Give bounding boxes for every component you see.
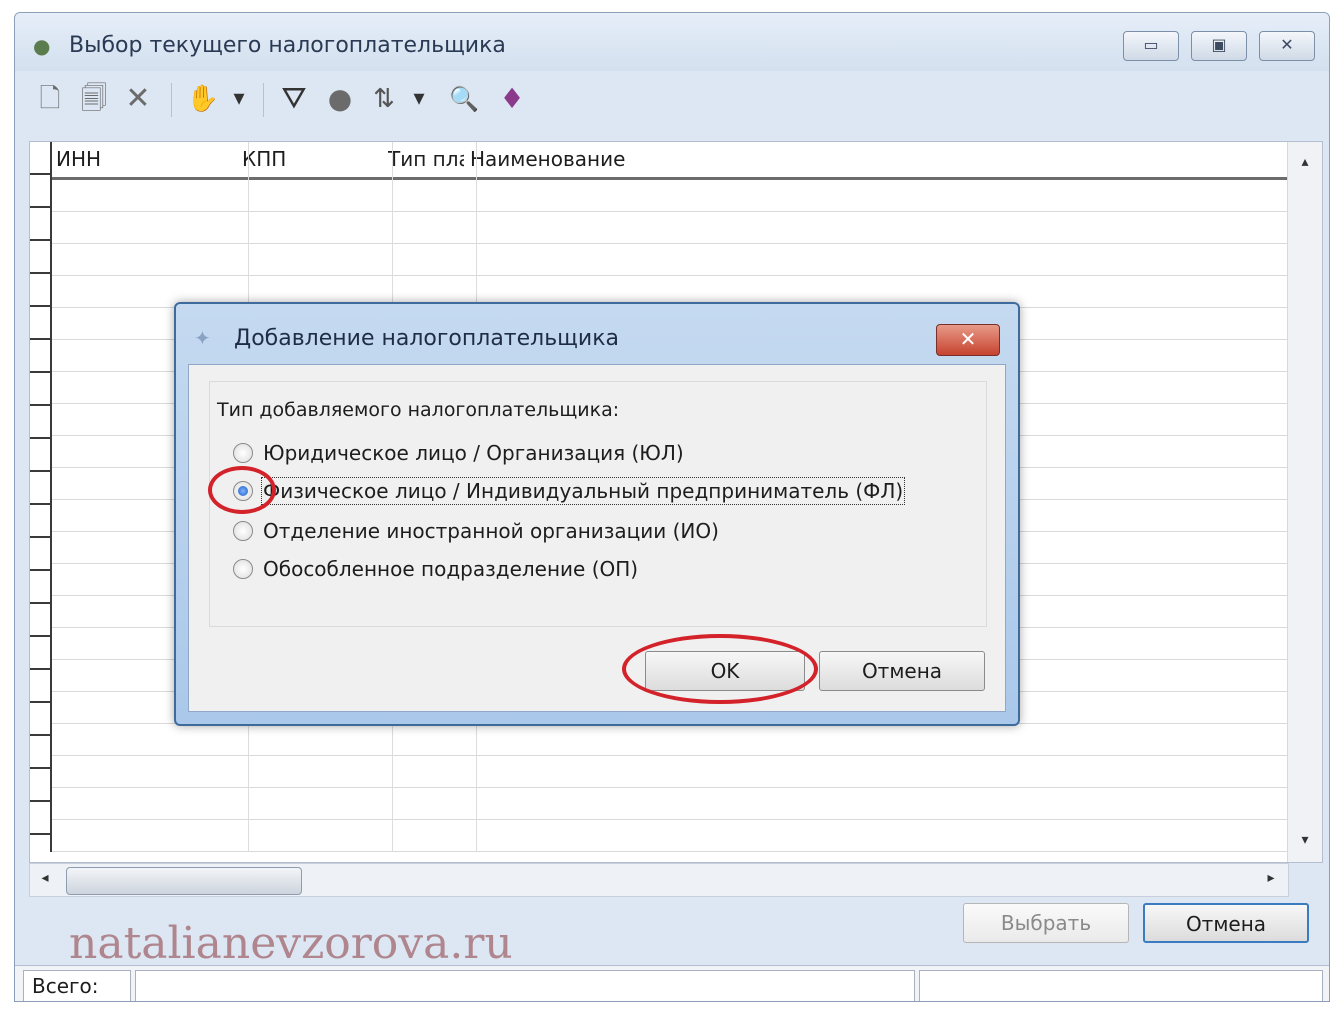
cancel-button[interactable]: Отмена	[1143, 903, 1309, 943]
radio-button[interactable]	[233, 559, 253, 579]
minimize-icon: ▭	[1143, 35, 1159, 54]
add-taxpayer-dialog: ✦ Добавление налогоплательщика ✕ Тип доб…	[174, 302, 1020, 726]
scroll-left-icon[interactable]: ◂	[30, 870, 60, 886]
dropdown-arrow-icon[interactable]: ▾	[227, 79, 251, 119]
filter-icon[interactable]: ⛛	[277, 79, 311, 119]
taxpayer-type-label: Тип добавляемого налогоплательщика:	[217, 399, 620, 421]
toolbar-separator	[263, 83, 264, 117]
minimize-button[interactable]: ▭	[1123, 31, 1179, 61]
status-bar: Всего:	[15, 965, 1329, 1001]
scroll-up-icon[interactable]: ▴	[1288, 154, 1322, 170]
add-doc-icon[interactable]: 🗋	[33, 79, 67, 119]
total-label: Всего:	[23, 970, 131, 1001]
radio-label[interactable]: Юридическое лицо / Организация (ЮЛ)	[263, 441, 684, 465]
highlight-circle-radio	[208, 466, 276, 514]
status-cell-empty	[919, 970, 1323, 1001]
delete-icon[interactable]: ✕	[121, 79, 155, 119]
status-cell-empty	[135, 970, 915, 1001]
binoculars-icon[interactable]: 🔍	[445, 79, 483, 119]
radio-label[interactable]: Обособленное подразделение (ОП)	[263, 557, 638, 581]
dialog-body: Тип добавляемого налогоплательщика: Юрид…	[188, 364, 1006, 712]
column-header-type[interactable]: Тип пла	[388, 142, 464, 176]
help-book-icon[interactable]: ♦	[493, 79, 531, 119]
hand-icon[interactable]: ✋	[185, 79, 221, 119]
close-icon: ✕	[1280, 35, 1294, 54]
taxpayers-icon: ●	[33, 34, 51, 58]
radio-label[interactable]: Отделение иностранной организации (ИО)	[263, 519, 719, 543]
window-title: Выбор текущего налогоплательщика	[69, 33, 506, 58]
grid-header: ИНН КПП Тип пла Наименование	[52, 142, 1288, 180]
column-header-kpp[interactable]: КПП	[242, 142, 382, 176]
radio-label[interactable]: Физическое лицо / Индивидуальный предпри…	[260, 477, 906, 505]
dialog-icon: ✦	[194, 326, 211, 350]
horizontal-scroll-thumb[interactable]	[66, 867, 302, 895]
close-icon: ✕	[959, 327, 977, 351]
radio-button[interactable]	[233, 521, 253, 541]
dialog-close-button[interactable]: ✕	[936, 324, 1000, 356]
title-bar: ● Выбор текущего налогоплательщика ▭ ▣ ✕	[15, 13, 1329, 71]
scroll-down-icon[interactable]: ▾	[1288, 832, 1322, 848]
toolbar-separator	[171, 83, 172, 117]
watermark: natalianevzorova.ru	[69, 918, 513, 969]
vertical-scrollbar[interactable]: ▴ ▾	[1287, 142, 1322, 862]
horizontal-scrollbar[interactable]: ◂ ▸	[29, 863, 1289, 897]
dialog-title: Добавление налогоплательщика	[234, 326, 619, 351]
highlight-circle-ok	[622, 634, 818, 704]
maximize-icon: ▣	[1211, 35, 1227, 54]
row-indicator-column	[30, 142, 52, 852]
toolbar: 🗋 🗐 ✕ ✋ ▾ ⛛ ● ⇅ ▾ 🔍 ♦	[15, 71, 1329, 131]
column-header-name[interactable]: Наименование	[470, 142, 870, 176]
scroll-right-icon[interactable]: ▸	[1256, 870, 1286, 886]
edit-doc-icon[interactable]: 🗐	[77, 79, 111, 119]
maximize-button[interactable]: ▣	[1191, 31, 1247, 61]
dropdown-arrow-icon[interactable]: ▾	[407, 79, 431, 119]
radio-button[interactable]	[233, 443, 253, 463]
dialog-cancel-button[interactable]: Отмена	[819, 651, 985, 691]
select-button[interactable]: Выбрать	[963, 903, 1129, 943]
filter-apply-icon[interactable]: ●	[323, 79, 357, 119]
column-header-inn[interactable]: ИНН	[56, 142, 236, 176]
sort-icon[interactable]: ⇅	[367, 79, 401, 119]
close-button[interactable]: ✕	[1259, 31, 1315, 61]
